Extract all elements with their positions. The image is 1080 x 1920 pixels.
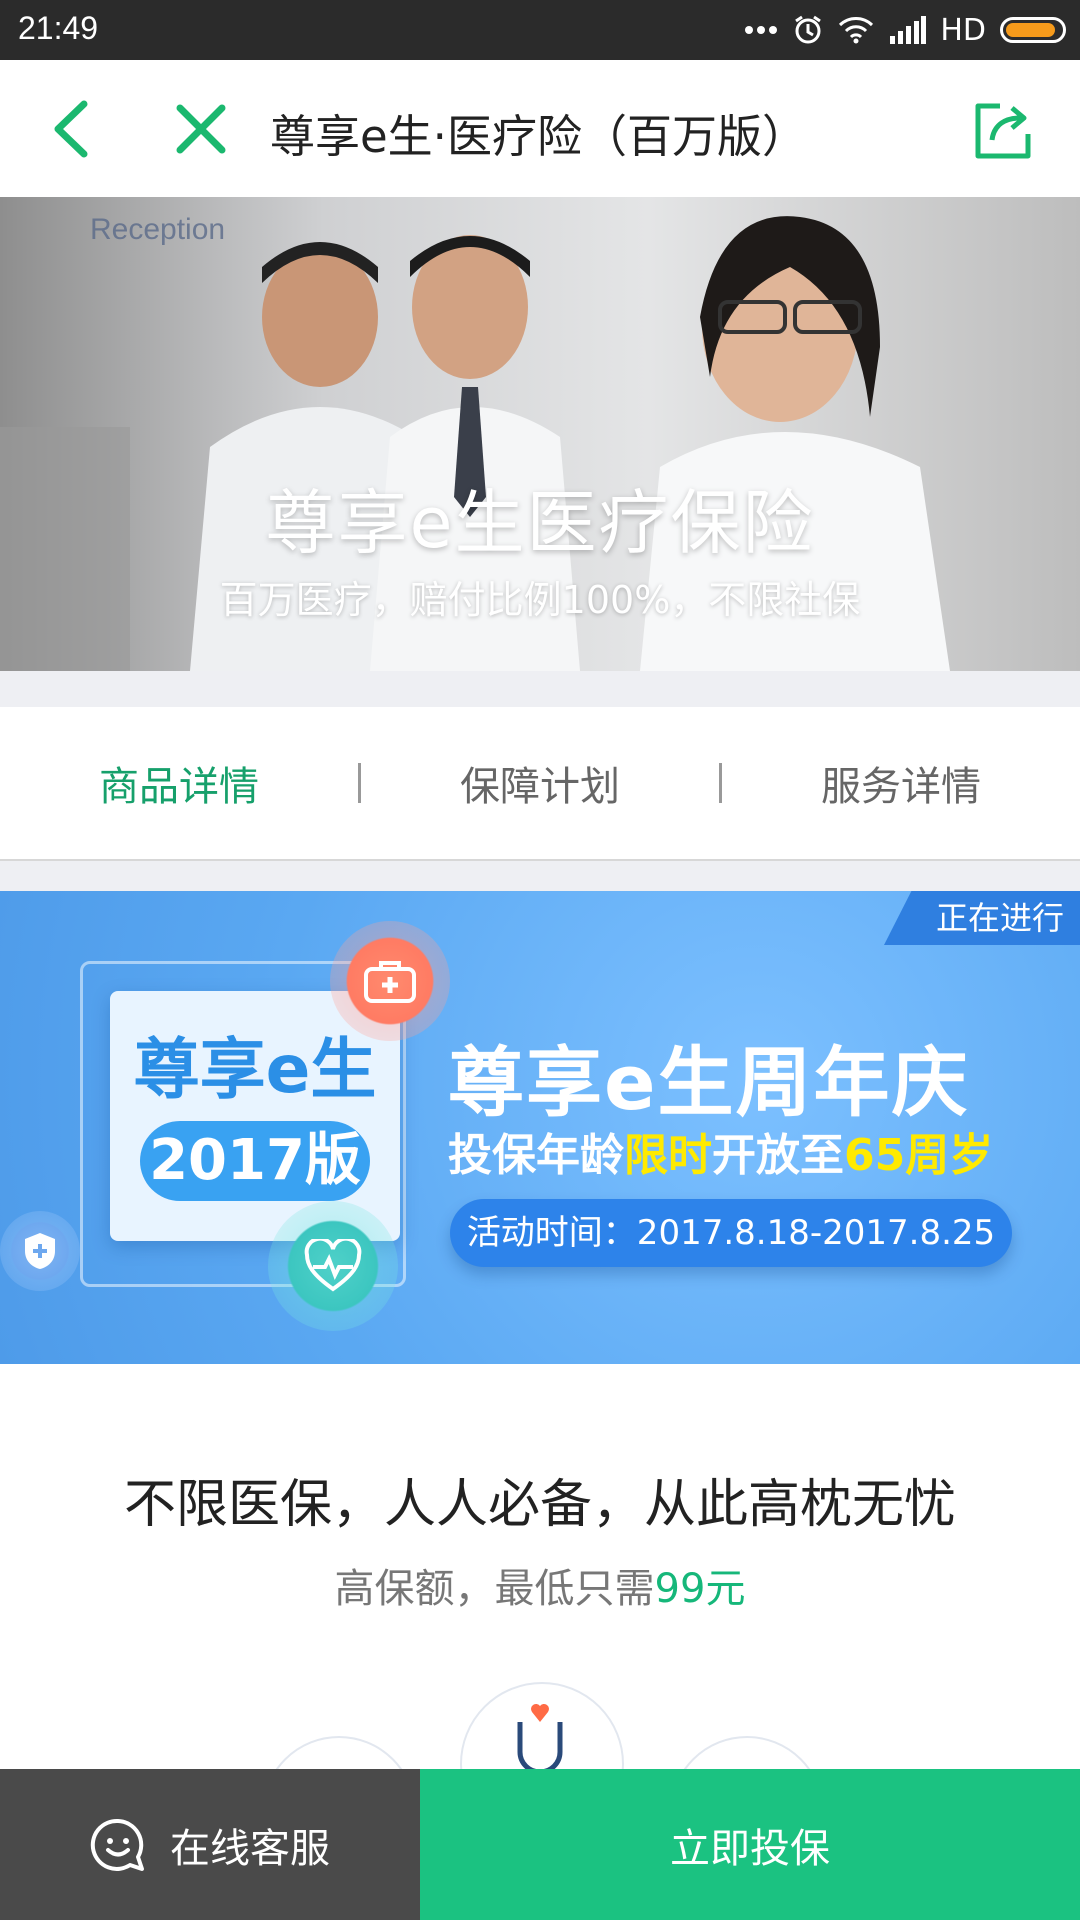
status-bar: 21:49 HD [0, 0, 1080, 60]
hero-subtitle: 百万医疗，赔付比例100%，不限社保 [219, 578, 861, 622]
chevron-left-icon [54, 100, 88, 158]
event-period: 活动时间：2017.8.18-2017.8.25 [450, 1199, 1012, 1267]
banner-logo-year: 2017版 [140, 1121, 370, 1201]
back-button[interactable] [44, 96, 104, 162]
banner-headline: 尊享e生周年庆 [448, 1038, 970, 1127]
buy-now-button[interactable]: 立即投保 [420, 1769, 1080, 1920]
price: 99元 [654, 1566, 746, 1612]
battery-level [1006, 23, 1055, 37]
banner-highlight: 限时 [624, 1130, 712, 1181]
banner-subheadline-part: 开放至 [712, 1130, 844, 1181]
bottom-action-bar: 在线客服 立即投保 [0, 1769, 1080, 1920]
tab-service-details[interactable]: 服务详情 [722, 754, 1080, 812]
chat-smile-icon [90, 1818, 144, 1871]
status-time: 21:49 [18, 10, 99, 46]
section-subheading-prefix: 高保额，最低只需 [334, 1566, 655, 1612]
banner-highlight: 65周岁 [844, 1130, 994, 1181]
signal-icon [888, 16, 927, 44]
more-dots-icon [744, 25, 778, 35]
promo-banner[interactable]: 正在进行 尊享e生 2017版 尊享e生周年庆 投保年龄限时开放至65周岁 活动… [0, 891, 1080, 1364]
detail-tabs: 商品详情 保障计划 服务详情 [0, 707, 1080, 861]
close-icon [176, 104, 226, 154]
online-service-button[interactable]: 在线客服 [0, 1769, 420, 1920]
close-button[interactable] [170, 98, 232, 160]
tab-coverage-plan[interactable]: 保障计划 [361, 754, 719, 812]
banner-subheadline: 投保年龄限时开放至65周岁 [448, 1119, 993, 1183]
section-heading: 不限医保，人人必备，从此高枕无忧 [123, 1475, 956, 1535]
shield-icon [0, 1211, 80, 1291]
section-subheading: 高保额，最低只需99元 [0, 1556, 1080, 1614]
wifi-icon [838, 16, 874, 44]
battery-icon [1000, 17, 1066, 43]
share-icon [975, 103, 1031, 159]
banner-logo-text: 尊享e生 [133, 1031, 377, 1108]
hero-banner: Reception 尊享e生医疗保险 百万医疗，赔付比例100%，不限社保 [0, 197, 1080, 671]
section-divider [0, 671, 1080, 707]
alarm-icon [792, 14, 824, 46]
nav-bar: 尊享e生·医疗险（百万版） [0, 60, 1080, 198]
banner-subheadline-part: 投保年龄 [448, 1130, 624, 1181]
status-badge: 正在进行 [884, 891, 1080, 945]
medical-kit-icon [330, 921, 450, 1041]
section-divider [0, 861, 1080, 891]
heart-pulse-icon [268, 1201, 398, 1331]
tab-product-details[interactable]: 商品详情 [0, 754, 358, 812]
hero-title: 尊享e生医疗保险 [265, 482, 815, 564]
network-type: HD [940, 12, 986, 48]
status-icons: HD [744, 10, 1066, 50]
online-service-label: 在线客服 [170, 1825, 330, 1872]
page-title: 尊享e生·医疗险（百万版） [270, 110, 807, 163]
share-button[interactable] [970, 96, 1036, 162]
